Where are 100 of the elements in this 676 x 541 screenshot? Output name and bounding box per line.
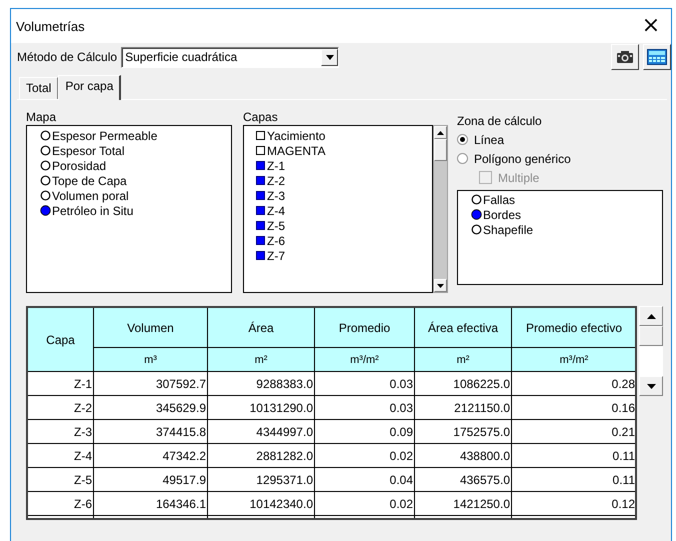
column-header: Promedio: [315, 308, 415, 348]
scroll-thumb[interactable]: [434, 139, 447, 161]
table-cell: 374415.8: [94, 420, 208, 444]
list-item[interactable]: Espesor Total: [52, 144, 124, 158]
option-label[interactable]: Polígono genérico: [474, 152, 571, 166]
checkbox[interactable]: [256, 206, 265, 215]
unit-header: m³/m²: [315, 348, 415, 372]
camera-icon: [616, 50, 634, 64]
field-label: Método de Cálculo: [17, 50, 118, 64]
list-item[interactable]: Z-7: [267, 248, 285, 262]
table-cell: Z-1: [28, 372, 94, 396]
unit-header: m³/m²: [512, 348, 635, 372]
calculator-icon: [647, 49, 667, 65]
table-cell: Z-4: [28, 444, 94, 468]
list-item[interactable]: Tope de Capa: [52, 174, 127, 188]
table-cell: 436575.0: [415, 468, 512, 492]
list-item[interactable]: Espesor Permeable: [52, 128, 158, 142]
table-cell: 2121150.0: [415, 396, 512, 420]
checkbox[interactable]: [256, 236, 265, 245]
scroll-down-icon: [437, 284, 444, 288]
list-item[interactable]: Shapefile: [483, 222, 534, 236]
scrollbar[interactable]: [639, 306, 663, 396]
column-header: Capa: [28, 308, 94, 372]
radio-icon[interactable]: [471, 224, 482, 235]
dropdown-arrow-icon: [326, 54, 334, 60]
checkbox[interactable]: [256, 161, 265, 170]
table-cell: 0.04: [315, 468, 415, 492]
group-label: Capas: [243, 110, 279, 125]
table-cell: 1752575.0: [415, 420, 512, 444]
scroll-down-icon: [646, 384, 656, 388]
tab[interactable]: Total: [19, 77, 58, 99]
radio-icon[interactable]: [471, 209, 482, 220]
table-cell: 0.12: [512, 492, 635, 516]
list-item[interactable]: Z-1: [267, 158, 285, 172]
checkbox[interactable]: [256, 251, 265, 260]
table-cell: 47342.2: [94, 444, 208, 468]
checkbox[interactable]: [256, 191, 265, 200]
radio-icon[interactable]: [40, 160, 51, 171]
group-label: Zona de cálculo: [457, 114, 543, 129]
list-item[interactable]: Z-3: [267, 188, 285, 202]
unit-header: m²: [415, 348, 512, 372]
radio-button[interactable]: [457, 153, 468, 164]
table-cell: 0.03: [315, 396, 415, 420]
table-cell: 0.02: [315, 444, 415, 468]
list-item[interactable]: Z-5: [267, 218, 285, 232]
table-cell: 4344997.0: [208, 420, 315, 444]
scroll-thumb[interactable]: [639, 326, 663, 346]
radio-icon[interactable]: [471, 194, 482, 205]
column-header: Área: [208, 308, 315, 348]
table-cell: 1295371.0: [208, 468, 315, 492]
column-header: Promedio efectivo: [512, 308, 635, 348]
unit-header: m³: [94, 348, 208, 372]
column-header: Área efectiva: [415, 308, 512, 348]
radio-icon[interactable]: [40, 145, 51, 156]
list-item[interactable]: Bordes: [483, 208, 522, 222]
scroll-up-icon: [437, 130, 444, 134]
table-cell: 345629.9: [94, 396, 208, 420]
radio-icon[interactable]: [40, 190, 51, 201]
calculator-button[interactable]: [643, 44, 671, 70]
checkbox[interactable]: [256, 176, 265, 185]
list-item[interactable]: Z-4: [267, 204, 285, 218]
scrollbar[interactable]: [433, 125, 448, 293]
camera-button[interactable]: [611, 44, 639, 70]
close-button[interactable]: ×: [631, 10, 671, 42]
table-cell: 164346.1: [94, 492, 208, 516]
table-cell: 438800.0: [415, 444, 512, 468]
table-cell: 9288383.0: [208, 372, 315, 396]
option-label[interactable]: Línea: [474, 132, 504, 146]
list-item[interactable]: Z-2: [267, 174, 285, 188]
radio-icon[interactable]: [40, 130, 51, 141]
table-cell: 10131290.0: [208, 396, 315, 420]
table-cell: 0.11: [512, 444, 635, 468]
table-cell: Z-3: [28, 420, 94, 444]
list-item[interactable]: MAGENTA: [267, 144, 326, 158]
tab[interactable]: Por capa: [58, 75, 122, 100]
table-cell: Z-2: [28, 396, 94, 420]
radio-icon[interactable]: [40, 205, 51, 216]
radio-button[interactable]: [457, 134, 468, 145]
table-cell: 0.21: [512, 420, 635, 444]
table-cell: 0.11: [512, 468, 635, 492]
table-cell: 1421250.0: [415, 492, 512, 516]
table-cell: 0.03: [315, 372, 415, 396]
list-item[interactable]: Yacimiento: [267, 128, 326, 142]
unit-header: m²: [208, 348, 315, 372]
table-cell: 49517.9: [94, 468, 208, 492]
table-cell: 2881282.0: [208, 444, 315, 468]
table-cell: 0.28: [512, 372, 635, 396]
list-item[interactable]: Z-6: [267, 234, 285, 248]
radio-icon[interactable]: [40, 175, 51, 186]
checkbox[interactable]: [256, 146, 265, 155]
list-item[interactable]: Volumen poral: [52, 188, 129, 202]
list-item[interactable]: Petróleo in Situ: [52, 204, 134, 218]
checkbox[interactable]: [256, 131, 265, 140]
list-item[interactable]: Porosidad: [52, 158, 106, 172]
checkbox[interactable]: [256, 221, 265, 230]
table-cell: 0.02: [315, 492, 415, 516]
list-item[interactable]: Fallas: [483, 192, 516, 206]
method-dropdown[interactable]: Superficie cuadrática: [121, 46, 340, 68]
scroll-up-icon: [646, 314, 656, 318]
table-cell: 0.09: [315, 420, 415, 444]
